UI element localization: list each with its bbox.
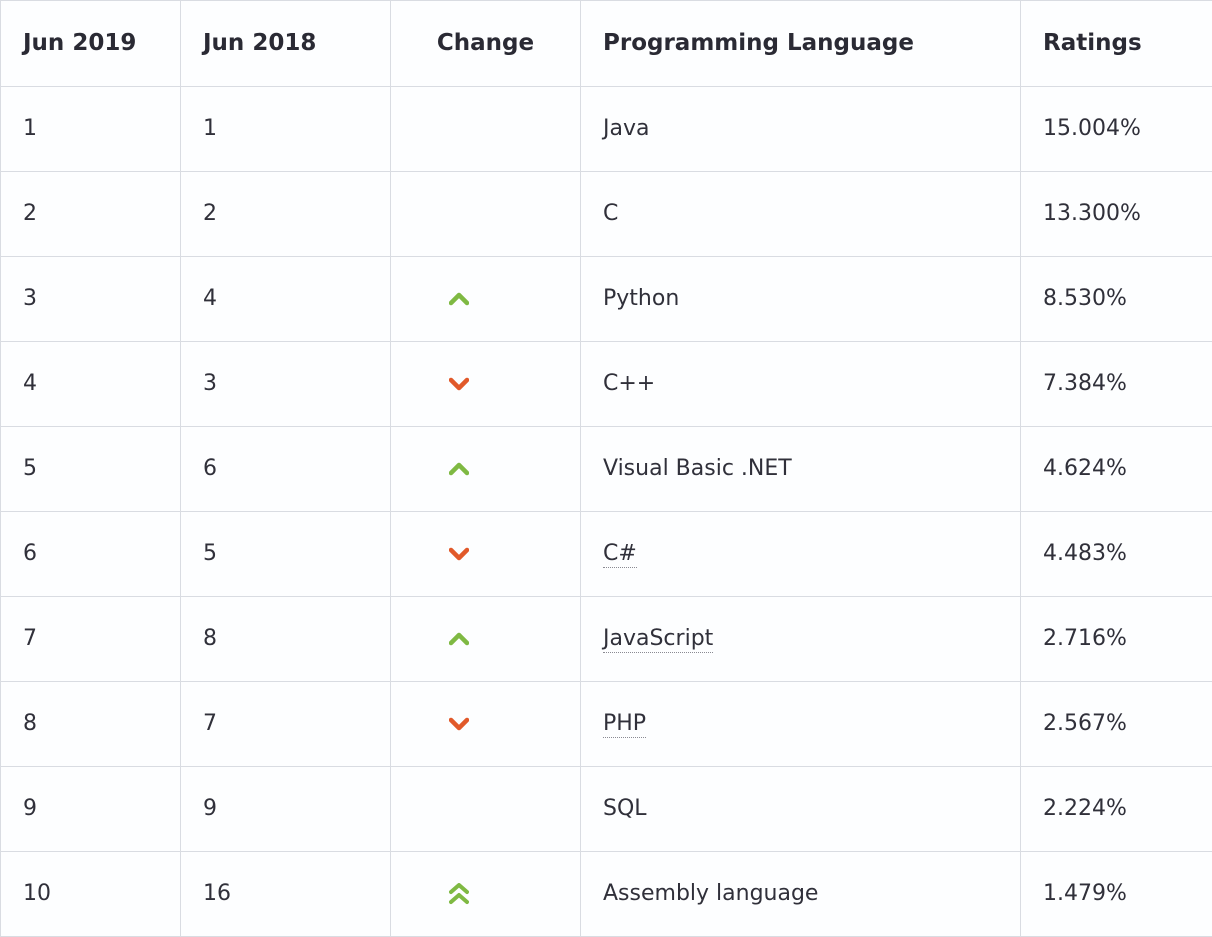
cell-rank-now: 2 <box>1 172 181 257</box>
table-row: 65 C# 4.483% <box>1 512 1212 597</box>
cell-rank-prev: 3 <box>181 342 391 427</box>
language-label: SQL <box>603 796 647 821</box>
table-row: 99 SQL 2.224% <box>1 767 1212 852</box>
cell-rank-now: 9 <box>1 767 181 852</box>
cell-change <box>391 257 581 342</box>
cell-rank-prev: 8 <box>181 597 391 682</box>
chevron-down-icon <box>449 547 558 561</box>
cell-rating: 2.567% <box>1021 682 1212 767</box>
cell-rank-now: 5 <box>1 427 181 512</box>
cell-rank-now: 3 <box>1 257 181 342</box>
language-label: PHP <box>603 711 646 738</box>
cell-rating: 4.483% <box>1021 512 1212 597</box>
cell-rating: 13.300% <box>1021 172 1212 257</box>
language-label: C++ <box>603 371 655 396</box>
cell-language: Python <box>581 257 1021 342</box>
cell-language: JavaScript <box>581 597 1021 682</box>
cell-rank-prev: 6 <box>181 427 391 512</box>
language-label: Visual Basic .NET <box>603 456 792 481</box>
table-row: 87 PHP 2.567% <box>1 682 1212 767</box>
chevron-up-icon <box>449 292 558 306</box>
chevron-down-icon <box>449 717 558 731</box>
table-row: 11 Java 15.004% <box>1 87 1212 172</box>
cell-rank-now: 4 <box>1 342 181 427</box>
cell-rank-prev: 1 <box>181 87 391 172</box>
cell-language: Assembly language <box>581 852 1021 937</box>
cell-language: PHP <box>581 682 1021 767</box>
language-label: Java <box>603 116 649 141</box>
table-row: 78 JavaScript 2.716% <box>1 597 1212 682</box>
table-header-row: Jun 2019 Jun 2018 Change Programming Lan… <box>1 1 1212 87</box>
cell-change <box>391 87 581 172</box>
cell-rating: 15.004% <box>1021 87 1212 172</box>
language-label: JavaScript <box>603 626 713 653</box>
chevron-up-icon <box>449 632 558 646</box>
cell-change <box>391 852 581 937</box>
cell-change <box>391 427 581 512</box>
cell-rank-prev: 2 <box>181 172 391 257</box>
cell-rating: 8.530% <box>1021 257 1212 342</box>
cell-rank-prev: 9 <box>181 767 391 852</box>
cell-rank-now: 1 <box>1 87 181 172</box>
language-label: Assembly language <box>603 881 818 906</box>
col-header-rank-now: Jun 2019 <box>1 1 181 87</box>
cell-rank-now: 10 <box>1 852 181 937</box>
cell-change <box>391 342 581 427</box>
cell-rating: 2.716% <box>1021 597 1212 682</box>
cell-change <box>391 512 581 597</box>
cell-rank-now: 8 <box>1 682 181 767</box>
cell-rank-prev: 5 <box>181 512 391 597</box>
cell-rating: 1.479% <box>1021 852 1212 937</box>
cell-language: Java <box>581 87 1021 172</box>
cell-rank-now: 6 <box>1 512 181 597</box>
cell-change <box>391 597 581 682</box>
cell-rank-prev: 4 <box>181 257 391 342</box>
cell-change <box>391 682 581 767</box>
double-chevron-up-icon <box>449 883 558 905</box>
language-label: Python <box>603 286 679 311</box>
table-row: 34 Python 8.530% <box>1 257 1212 342</box>
table-row: 56 Visual Basic .NET 4.624% <box>1 427 1212 512</box>
col-header-language: Programming Language <box>581 1 1021 87</box>
cell-language: SQL <box>581 767 1021 852</box>
cell-change <box>391 767 581 852</box>
table-row: 43 C++ 7.384% <box>1 342 1212 427</box>
language-label: C# <box>603 541 637 568</box>
cell-rating: 2.224% <box>1021 767 1212 852</box>
cell-rating: 4.624% <box>1021 427 1212 512</box>
cell-rank-prev: 7 <box>181 682 391 767</box>
cell-rating: 7.384% <box>1021 342 1212 427</box>
cell-change <box>391 172 581 257</box>
cell-language: C# <box>581 512 1021 597</box>
cell-language: C++ <box>581 342 1021 427</box>
table-row: 1016 Assembly language 1.479% <box>1 852 1212 937</box>
cell-rank-now: 7 <box>1 597 181 682</box>
cell-rank-prev: 16 <box>181 852 391 937</box>
chevron-up-icon <box>449 462 558 476</box>
col-header-ratings: Ratings <box>1021 1 1212 87</box>
col-header-rank-prev: Jun 2018 <box>181 1 391 87</box>
table-row: 22 C 13.300% <box>1 172 1212 257</box>
language-label: C <box>603 201 618 226</box>
cell-language: Visual Basic .NET <box>581 427 1021 512</box>
rankings-table: Jun 2019 Jun 2018 Change Programming Lan… <box>0 0 1212 937</box>
cell-language: C <box>581 172 1021 257</box>
chevron-down-icon <box>449 377 558 391</box>
col-header-change: Change <box>391 1 581 87</box>
